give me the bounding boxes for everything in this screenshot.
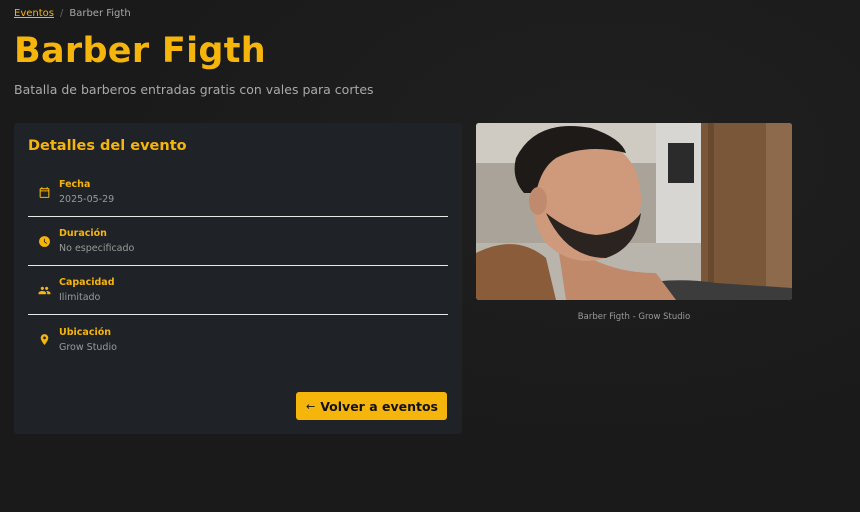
details-heading: Detalles del evento (28, 138, 187, 154)
detail-value: Ilimitado (59, 292, 101, 303)
image-caption: Barber Figth - Grow Studio (577, 312, 691, 322)
detail-label: Capacidad (59, 277, 115, 288)
detail-label: Fecha (59, 179, 91, 190)
back-button-label: Volver a eventos (320, 398, 438, 414)
back-to-events-button[interactable]: ← Volver a eventos (295, 392, 447, 420)
breadcrumb-current: Barber Figth (69, 8, 131, 19)
detail-value: No especificado (59, 243, 135, 254)
event-image-figure: Barber Figth - Grow Studio (476, 123, 792, 322)
arrow-left-icon: ← (305, 399, 316, 413)
event-photo (476, 123, 792, 300)
page-title: Barber Figth (14, 31, 267, 71)
detail-row-fecha: Fecha 2025-05-29 (28, 168, 448, 217)
location-pin-icon (37, 333, 51, 347)
breadcrumb: Eventos / Barber Figth (14, 8, 131, 19)
detail-row-capacidad: Capacidad Ilimitado (28, 266, 448, 315)
page-subtitle: Batalla de barberos entradas gratis con … (14, 82, 374, 97)
breadcrumb-separator: / (59, 8, 64, 19)
clock-icon (37, 234, 51, 248)
detail-value: Grow Studio (59, 341, 117, 353)
calendar-icon (37, 185, 51, 199)
detail-label: Duración (59, 228, 107, 239)
detail-label: Ubicación (59, 326, 111, 338)
event-details-card: Detalles del evento Fecha 2025-05-29 Dur… (14, 123, 462, 434)
detail-row-ubicacion: Ubicación Grow Studio (28, 315, 448, 364)
breadcrumb-link-eventos[interactable]: Eventos (14, 8, 54, 19)
detail-value: 2025-05-29 (59, 194, 115, 205)
people-icon (37, 283, 51, 297)
detail-row-duracion: Duración No especificado (28, 217, 448, 266)
